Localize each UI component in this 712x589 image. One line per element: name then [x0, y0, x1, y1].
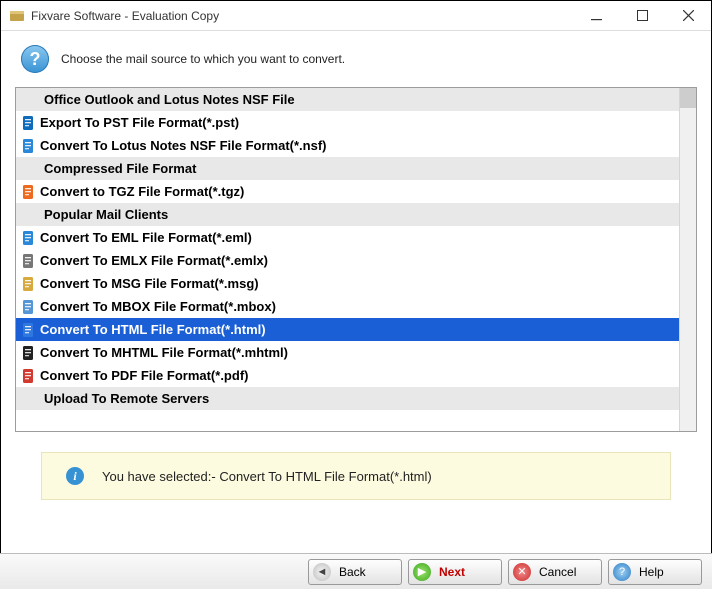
format-list[interactable]: Office Outlook and Lotus Notes NSF File E… [16, 88, 679, 431]
list-item-label: Convert To PDF File Format(*.pdf) [40, 368, 248, 383]
status-prefix: You have selected:- [102, 469, 219, 484]
list-header: Popular Mail Clients [16, 203, 679, 226]
back-button[interactable]: ◄ Back [308, 559, 402, 585]
scrollbar[interactable] [679, 88, 696, 431]
msg-icon [20, 276, 38, 292]
list-header: Upload To Remote Servers [16, 387, 679, 410]
emlx-icon [20, 253, 38, 269]
list-item-label: Convert To EMLX File Format(*.emlx) [40, 253, 268, 268]
window-title: Fixvare Software - Evaluation Copy [31, 9, 219, 23]
list-item[interactable]: Convert To MHTML File Format(*.mhtml) [16, 341, 679, 364]
mbox-icon [20, 299, 38, 315]
list-header-label: Upload To Remote Servers [44, 391, 209, 406]
instruction-row: ? Choose the mail source to which you wa… [1, 31, 711, 87]
help-icon: ? [613, 563, 631, 581]
status-text: You have selected:- Convert To HTML File… [102, 469, 432, 484]
titlebar: Fixvare Software - Evaluation Copy [1, 1, 711, 31]
pdf-icon [20, 368, 38, 384]
outlook-icon [20, 115, 38, 131]
footer: ◄ Back ▶ Next ✕ Cancel ? Help [0, 553, 712, 589]
info-icon: i [66, 467, 84, 485]
list-item-label: Convert To MHTML File Format(*.mhtml) [40, 345, 288, 360]
close-button[interactable] [665, 1, 711, 31]
mhtml-icon [20, 345, 38, 361]
list-item-label: Convert To Lotus Notes NSF File Format(*… [40, 138, 327, 153]
list-item-label: Convert To MSG File Format(*.msg) [40, 276, 259, 291]
list-item-label: Convert To EML File Format(*.eml) [40, 230, 252, 245]
list-header-label: Compressed File Format [44, 161, 196, 176]
maximize-button[interactable] [619, 1, 665, 31]
format-list-container: Office Outlook and Lotus Notes NSF File E… [15, 87, 697, 432]
list-item[interactable]: Convert To MBOX File Format(*.mbox) [16, 295, 679, 318]
list-item[interactable]: Convert to TGZ File Format(*.tgz) [16, 180, 679, 203]
list-item[interactable]: Convert To EMLX File Format(*.emlx) [16, 249, 679, 272]
list-header: Compressed File Format [16, 157, 679, 180]
cancel-button[interactable]: ✕ Cancel [508, 559, 602, 585]
question-icon: ? [21, 45, 49, 73]
list-item[interactable]: Convert To HTML File Format(*.html) [16, 318, 679, 341]
next-button[interactable]: ▶ Next [408, 559, 502, 585]
list-header: Office Outlook and Lotus Notes NSF File [16, 88, 679, 111]
status-selection: Convert To HTML File Format(*.html) [219, 469, 431, 484]
help-label: Help [639, 565, 664, 579]
tgz-icon [20, 184, 38, 200]
status-bar: i You have selected:- Convert To HTML Fi… [41, 452, 671, 500]
cancel-icon: ✕ [513, 563, 531, 581]
list-item[interactable]: Convert To EML File Format(*.eml) [16, 226, 679, 249]
back-icon: ◄ [313, 563, 331, 581]
list-item-label: Convert To MBOX File Format(*.mbox) [40, 299, 276, 314]
help-button[interactable]: ? Help [608, 559, 702, 585]
scrollbar-thumb[interactable] [680, 88, 696, 108]
cancel-label: Cancel [539, 565, 576, 579]
list-item[interactable]: Export To PST File Format(*.pst) [16, 111, 679, 134]
list-item-label: Convert To HTML File Format(*.html) [40, 322, 266, 337]
html-icon [20, 322, 38, 338]
app-icon [9, 8, 25, 24]
list-item[interactable]: Convert To PDF File Format(*.pdf) [16, 364, 679, 387]
next-icon: ▶ [413, 563, 431, 581]
list-header-label: Popular Mail Clients [44, 207, 168, 222]
lotus-icon [20, 138, 38, 154]
next-label: Next [439, 565, 465, 579]
list-item-label: Export To PST File Format(*.pst) [40, 115, 239, 130]
list-header-label: Office Outlook and Lotus Notes NSF File [44, 92, 295, 107]
minimize-button[interactable] [573, 1, 619, 31]
back-label: Back [339, 565, 366, 579]
list-item[interactable]: Convert To Lotus Notes NSF File Format(*… [16, 134, 679, 157]
list-item-label: Convert to TGZ File Format(*.tgz) [40, 184, 244, 199]
list-item[interactable]: Convert To MSG File Format(*.msg) [16, 272, 679, 295]
eml-icon [20, 230, 38, 246]
instruction-text: Choose the mail source to which you want… [61, 52, 345, 66]
